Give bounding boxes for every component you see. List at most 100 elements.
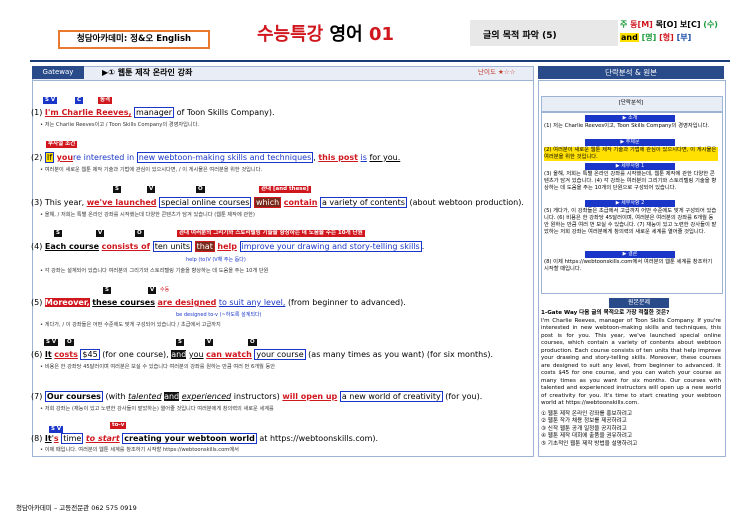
annotation-5a: 수동 xyxy=(160,287,170,293)
sentence-7-part: and xyxy=(164,392,180,401)
sentence-2-part: new webtoon-making skills and techniques xyxy=(136,152,314,163)
analysis-chip-intro: ▶ 소개 xyxy=(585,115,675,122)
marker-v: V xyxy=(148,287,157,294)
legend-row-1: 주 동[M] 목[O] 보[C] (수) xyxy=(620,18,718,31)
translation-7: • 저희 강좌는 (재능이 있고 노련한 강사들이 맡았하는) 열어줄 것입니다… xyxy=(40,406,274,412)
analysis-chip-detail-2: ▶ 세부사항 2 xyxy=(585,200,675,207)
analysis-chip-conclusion: ▶ 결론 xyxy=(585,251,675,258)
sentence-2-num: (2) xyxy=(31,153,43,162)
marker-o: O xyxy=(135,230,144,237)
sentence-1-num: (1) xyxy=(31,108,43,117)
analysis-item-2: (2) 여러분이 새로운 웹툰 제작 기술과 기법에 관심이 있으시다면, 이 … xyxy=(544,147,718,161)
annotation-2a: 부사절 조건 xyxy=(46,141,78,148)
sentence-6-part: (as many times as you want) xyxy=(308,350,425,359)
option-1[interactable]: ① 웹툰 제작 온라인 강좌를 홍보하려고 xyxy=(541,411,721,419)
sentence-4: (4) Each course consists of ten units th… xyxy=(31,241,424,252)
sentence-7: (7) Our courses (with talented and exper… xyxy=(31,391,482,402)
sentence-4-part: improve your drawing and story-telling s… xyxy=(239,241,422,252)
sentence-7-part: talented xyxy=(128,392,162,401)
sentence-1-part: I'm Charlie Reeves, xyxy=(44,108,132,117)
sentence-5: (5) Moreover, these courses are designed… xyxy=(31,297,406,308)
annotation-3a: 관대 [and these] xyxy=(259,186,311,193)
sentence-3-part: This year, xyxy=(44,198,85,207)
sentence-5-part: these courses xyxy=(92,298,155,307)
gateway-tag: Gateway xyxy=(32,66,84,79)
sentence-8-part: to start xyxy=(85,434,120,443)
header-divider xyxy=(30,60,730,62)
marker-s: S xyxy=(54,230,62,237)
legend-row-2: and [명] [형] [부] xyxy=(620,31,718,44)
marker-appositive: 동격 xyxy=(98,97,113,104)
difficulty-label: 난이도 ★☆☆ xyxy=(478,68,516,76)
option-3[interactable]: ③ 신작 웹툰 공개 일정을 공지하려고 xyxy=(541,426,721,434)
sentence-5-num: (5) xyxy=(31,298,43,307)
sentence-8-part: creating your webtoon world xyxy=(122,433,257,444)
sentence-5-part: Moreover, xyxy=(44,298,90,307)
sentence-2-part: this post xyxy=(318,153,358,162)
annotation-4b: help (to)V (V해 주는 돕다) xyxy=(186,257,246,263)
sentence-4-num: (4) xyxy=(31,242,43,251)
legend-verb-mark: [M] xyxy=(637,20,653,29)
translation-2: • 여러분이 새로운 웹툰 제작 기술과 기법에 관심이 있으시다면, / 이 … xyxy=(40,167,263,173)
sentence-1-part: of Toon Skills Company). xyxy=(176,108,275,117)
annotation-4a: 관대 여러분의 그리기와 스토리텔링 기술을 향상하는 데 도움을 주는 10개… xyxy=(177,230,365,237)
option-2[interactable]: ② 웹툰 작가 채용 정보를 제공하려고 xyxy=(541,418,721,426)
sentence-1-part: manager xyxy=(134,107,175,118)
legend-object-mark: [O] xyxy=(663,20,678,29)
legend-verb: 동 xyxy=(630,20,638,29)
marker-o: O xyxy=(196,186,205,193)
marker-c: C xyxy=(75,97,84,104)
sentence-4-part: Each course xyxy=(44,242,100,251)
analysis-header: 단락분석 & 원본 xyxy=(538,66,724,79)
translation-6: • 비용은 한 강좌당 45달러이며 여러분은 보실 수 있습니다 여러분의 강… xyxy=(40,364,276,370)
analysis-label: [단락분석] xyxy=(618,100,644,106)
sentence-2: (2) If youre interested in new webtoon-m… xyxy=(31,152,400,163)
sentence-3-part: (about webtoon production). xyxy=(409,198,524,207)
legend-adj: [형] xyxy=(659,33,674,42)
sentence-8: (8) It's time to start creating your web… xyxy=(31,433,379,444)
sentence-3-num: (3) xyxy=(31,198,43,207)
sentence-7-part: will open up xyxy=(282,392,338,401)
worksheet-body: 1-Gate Way 다음 글의 목적으로 가장 적절한 것은? I'm Cha… xyxy=(541,310,721,448)
translation-4: • 각 강좌는 설계되어 있습니다 여러분의 그리기와 스토리텔링 기술을 향상… xyxy=(40,268,269,274)
sentence-4-part: . xyxy=(421,242,425,251)
sentence-2-part: If xyxy=(44,152,55,163)
sentence-5-part: are designed xyxy=(157,298,217,307)
option-4[interactable]: ④ 웹툰 제작 대회에 출품을 권유하려고 xyxy=(541,433,721,441)
translation-8: • 이제 때입니다. 여러분의 웹툰 세계를 창조하기 시작할 https://… xyxy=(40,447,239,453)
translation-5: • 게다가, / 이 강좌들은 어떤 수준에도 맞게 구성되어 있습니다 / 초… xyxy=(40,322,221,328)
sentence-3: (3) This year, we've launched special on… xyxy=(31,197,524,208)
sentence-4-part: that xyxy=(194,241,215,252)
sentence-3-part: contain xyxy=(283,198,318,207)
grammar-legend: 주 동[M] 목[O] 보[C] (수) and [명] [형] [부] xyxy=(620,18,718,44)
sentence-6-part: and xyxy=(171,350,187,359)
sentence-3-part: which xyxy=(253,197,282,208)
marker-v: V xyxy=(205,339,214,346)
sentence-5-part: to suit any level, xyxy=(218,298,286,307)
sentence-6-part: your course xyxy=(254,349,306,360)
marker-s: S xyxy=(113,186,121,193)
analysis-item-4: (5) 게다가, 이 강좌들은 초급에서 고급까지 어떤 수준에도 맞게 구성되… xyxy=(544,208,717,235)
sentence-7-part: (for you). xyxy=(445,392,483,401)
sentence-6-part: costs xyxy=(54,350,78,359)
footer: 청담아카데미 – 고등전문관 062 575 0919 xyxy=(16,504,137,512)
sentence-6-part: $45 xyxy=(80,349,100,360)
sentence-4-part: ten units xyxy=(152,241,193,252)
annotation-5b: be designed to-v (~하도록 설계되다) xyxy=(176,312,262,318)
marker-o: O xyxy=(65,339,74,346)
sentence-6-part: It xyxy=(44,350,52,359)
gateway-title: ▶① 웹툰 제작 온라인 강좌 xyxy=(102,68,193,77)
marker-s: S V xyxy=(49,426,64,433)
worksheet-passage: I'm Charlie Reeves, manager of Toon Skil… xyxy=(541,317,721,407)
option-5[interactable]: ⑤ 기초적인 웹툰 제작 방법을 설명하려고 xyxy=(541,441,721,449)
translation-3: • 올해, / 저희는 특별 온라인 강좌를 시작했는데 다양한 콘텐츠가 담겨… xyxy=(40,212,255,218)
sentence-3-part: special online courses xyxy=(159,197,252,208)
legend-modifier: (수) xyxy=(703,20,718,29)
sentence-6: (6) It costs $45 (for one course), and y… xyxy=(31,349,493,360)
sentence-7-part: a new world of creativity xyxy=(339,391,443,402)
legend-complement-mark: [C] xyxy=(687,20,701,29)
sentence-7-part: (with xyxy=(105,392,126,401)
topic-title: 글의 목적 파악 (5) xyxy=(483,31,557,41)
legend-adv: [부] xyxy=(676,33,692,42)
title-korean: 수능특강 xyxy=(257,24,324,45)
